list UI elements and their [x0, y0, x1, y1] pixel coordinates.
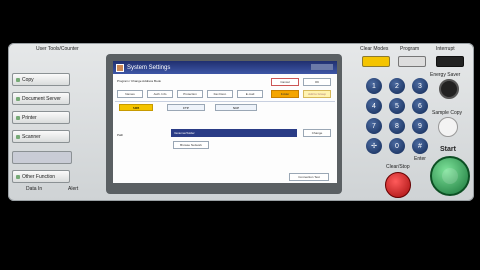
- interrupt-button[interactable]: [436, 56, 464, 67]
- key-2[interactable]: 2: [389, 78, 405, 94]
- ok-button[interactable]: OK: [303, 78, 331, 86]
- browse-network-button[interactable]: Browse Network: [173, 141, 209, 149]
- touch-screen[interactable]: System Settings Program / Change Address…: [113, 61, 337, 183]
- program-label: Program: [400, 46, 420, 52]
- system-settings-icon: [116, 63, 124, 72]
- sample-copy-label: Sample Copy: [432, 110, 463, 116]
- document-server-button[interactable]: Document Server: [12, 92, 70, 105]
- printer-led-icon: [16, 115, 20, 120]
- key-7[interactable]: 7: [366, 118, 382, 134]
- tab-smb[interactable]: SMB: [119, 104, 153, 111]
- start-label: Start: [440, 146, 456, 153]
- program-button[interactable]: [398, 56, 426, 67]
- change-button[interactable]: Change: [303, 129, 331, 137]
- key-0[interactable]: 0: [389, 138, 405, 154]
- copy-button[interactable]: Copy: [12, 73, 70, 86]
- document-server-label: Document Server: [22, 95, 61, 102]
- start-button[interactable]: [430, 156, 470, 196]
- energy-saver-label: Energy Saver: [430, 72, 461, 78]
- clear-stop-button[interactable]: [385, 172, 411, 198]
- protection-button[interactable]: Protection: [177, 90, 203, 98]
- blank-button[interactable]: [12, 151, 72, 164]
- clear-modes-button[interactable]: [362, 56, 390, 67]
- scanner-led-icon: [16, 134, 20, 139]
- names-button[interactable]: Names: [117, 90, 143, 98]
- clear-modes-label: Clear Modes: [360, 46, 389, 52]
- enter-label: Enter: [414, 156, 426, 162]
- user-tools-label: User Tools/Counter: [36, 46, 79, 52]
- key-4[interactable]: 4: [366, 98, 382, 114]
- key-9[interactable]: 9: [412, 118, 428, 134]
- energy-saver-button[interactable]: [439, 79, 459, 99]
- email-button[interactable]: E-mail: [237, 90, 263, 98]
- key-1[interactable]: 1: [366, 78, 382, 94]
- copy-label: Copy: [22, 76, 34, 83]
- scanner-label: Scanner: [22, 133, 41, 140]
- alert-label: Alert: [68, 186, 79, 192]
- data-in-label: Data In: [26, 186, 43, 192]
- key-3[interactable]: 3: [412, 78, 428, 94]
- connection-test-button[interactable]: Connection Test: [289, 173, 329, 181]
- path-field[interactable]: \\scanner\folder: [171, 129, 297, 137]
- path-label: Path: [117, 133, 124, 137]
- folder-button[interactable]: Folder: [271, 90, 299, 98]
- add-to-group-button[interactable]: Add to Group: [303, 90, 331, 98]
- divider: [115, 101, 335, 102]
- clear-stop-label: Clear/Stop: [386, 164, 410, 170]
- auth-info-button[interactable]: Auth. Info: [147, 90, 173, 98]
- photo: { "top_labels": { "user_tools": "User To…: [0, 0, 480, 270]
- sample-copy-button[interactable]: [438, 117, 458, 137]
- interrupt-label: Interrupt: [436, 46, 455, 52]
- fax-dest-button[interactable]: Fax Dest.: [207, 90, 233, 98]
- other-function-button[interactable]: Other Function: [12, 170, 70, 183]
- start-icon: [442, 168, 458, 184]
- key-6[interactable]: 6: [412, 98, 428, 114]
- key-hash[interactable]: #: [412, 138, 428, 154]
- scanner-button[interactable]: Scanner: [12, 130, 70, 143]
- screen-title: System Settings: [127, 64, 171, 71]
- datetime-badge: [311, 64, 333, 70]
- cancel-button[interactable]: Cancel: [271, 78, 299, 86]
- docserver-led-icon: [16, 96, 20, 101]
- printer-label: Printer: [22, 114, 37, 121]
- key-5[interactable]: 5: [389, 98, 405, 114]
- other-function-label: Other Function: [22, 173, 56, 180]
- tab-ncp[interactable]: NCP: [215, 104, 257, 111]
- other-led-icon: [16, 174, 20, 179]
- key-clear[interactable]: ✢: [366, 138, 382, 154]
- key-8[interactable]: 8: [389, 118, 405, 134]
- printer-button[interactable]: Printer: [12, 111, 70, 124]
- tab-ftp[interactable]: FTP: [167, 104, 205, 111]
- title-bar: System Settings: [113, 61, 337, 74]
- copy-led-icon: [16, 77, 20, 82]
- breadcrumb: Program / Change Address Book: [117, 79, 161, 83]
